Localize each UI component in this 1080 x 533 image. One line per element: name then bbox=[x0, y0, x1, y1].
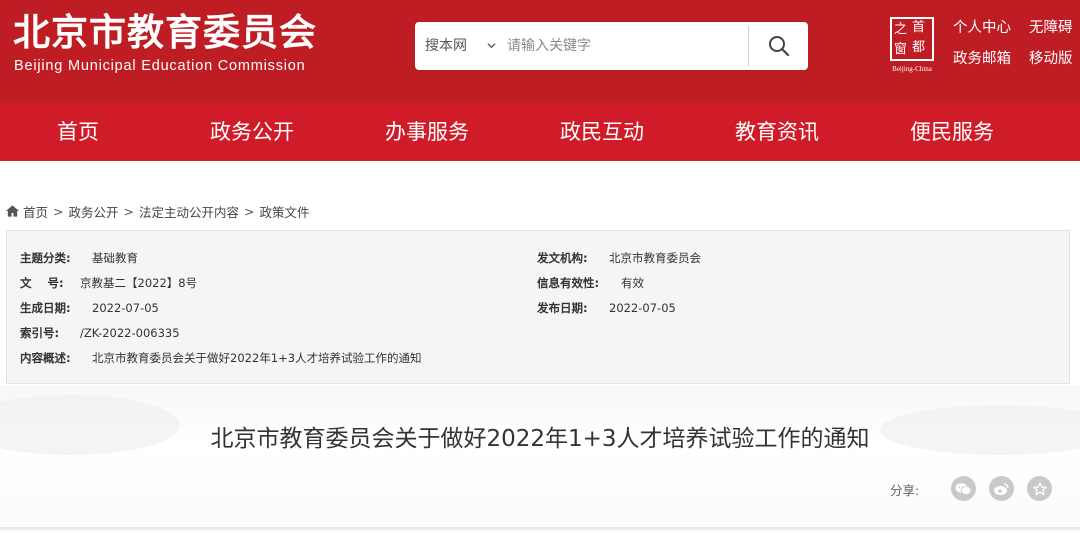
nav-item-home[interactable]: 首页 bbox=[30, 103, 126, 161]
share-weibo-button[interactable] bbox=[989, 476, 1014, 501]
search-icon bbox=[768, 36, 789, 57]
breadcrumb: 首页 > 政务公开 > 法定主动公开内容 > 政策文件 bbox=[6, 201, 310, 221]
content-divider bbox=[0, 527, 1080, 530]
breadcrumb-gov-affairs[interactable]: 政务公开 bbox=[69, 202, 119, 221]
meta-value: 京教基二【2022】8号 bbox=[80, 276, 198, 290]
breadcrumb-separator: > bbox=[53, 203, 64, 219]
wechat-icon bbox=[955, 482, 972, 495]
meta-label: 内容概述: bbox=[20, 351, 71, 365]
nav-item-gov-affairs[interactable]: 政务公开 bbox=[196, 103, 308, 161]
share-favorite-button[interactable] bbox=[1027, 476, 1052, 501]
article-title: 北京市教育委员会关于做好2022年1+3人才培养试验工作的通知 bbox=[210, 426, 870, 452]
breadcrumb-policy-docs[interactable]: 政策文件 bbox=[260, 202, 310, 221]
meta-value: 北京市教育委员会关于做好2022年1+3人才培养试验工作的通知 bbox=[92, 351, 422, 365]
capital-window-seal-logo[interactable]: 之 首 窗 都 Beijing-China bbox=[886, 17, 938, 75]
seal-char: 首 bbox=[912, 20, 926, 35]
star-icon bbox=[1032, 481, 1047, 495]
search-scope-label: 搜本网 bbox=[425, 38, 467, 54]
site-logo-cn[interactable]: 北京市教育委员会 bbox=[13, 11, 317, 55]
share-label: 分享: bbox=[890, 483, 920, 498]
meta-value: 北京市教育委员会 bbox=[609, 251, 701, 265]
nav-item-services[interactable]: 办事服务 bbox=[371, 103, 483, 161]
meta-label: 生成日期: bbox=[20, 301, 71, 315]
meta-label: 索引号: bbox=[20, 326, 60, 340]
meta-label: 文 号: bbox=[20, 276, 64, 290]
meta-label: 主题分类: bbox=[20, 251, 71, 265]
document-metadata-panel: 主题分类: 基础教育 文 号: 京教基二【2022】8号 生成日期: 2022-… bbox=[6, 230, 1070, 384]
weibo-icon bbox=[994, 482, 1009, 495]
meta-label: 信息有效性: bbox=[537, 276, 600, 290]
breadcrumb-home[interactable]: 首页 bbox=[23, 202, 48, 221]
meta-value: 2022-07-05 bbox=[92, 301, 159, 315]
search-bar: 搜本网 bbox=[415, 22, 808, 70]
nav-item-public-services[interactable]: 便民服务 bbox=[896, 103, 1008, 161]
chevron-down-icon bbox=[487, 43, 496, 49]
meta-value: 基础教育 bbox=[92, 251, 138, 265]
seal-char: 之 bbox=[894, 22, 908, 37]
search-input[interactable] bbox=[507, 22, 747, 70]
breadcrumb-statutory-content[interactable]: 法定主动公开内容 bbox=[139, 202, 239, 221]
share-wechat-button[interactable] bbox=[951, 476, 976, 501]
nav-item-education-news[interactable]: 教育资讯 bbox=[721, 103, 833, 161]
mobile-version-link[interactable]: 移动版 bbox=[1029, 50, 1073, 68]
site-header: 北京市教育委员会 Beijing Municipal Education Com… bbox=[0, 0, 1080, 103]
personal-center-link[interactable]: 个人中心 bbox=[953, 19, 1011, 37]
accessibility-link[interactable]: 无障碍 bbox=[1029, 19, 1073, 37]
search-scope-select[interactable]: 搜本网 bbox=[415, 22, 507, 70]
breadcrumb-separator: > bbox=[244, 203, 255, 219]
meta-label: 发布日期: bbox=[537, 301, 588, 315]
seal-char: 都 bbox=[912, 40, 926, 55]
nav-item-interaction[interactable]: 政民互动 bbox=[546, 103, 658, 161]
gov-mail-link[interactable]: 政务邮箱 bbox=[953, 50, 1011, 68]
home-icon bbox=[6, 205, 19, 217]
meta-value: /ZK-2022-006335 bbox=[80, 326, 180, 340]
seal-caption: Beijing-China bbox=[892, 65, 932, 73]
meta-value: 有效 bbox=[621, 276, 644, 290]
article-background bbox=[0, 385, 1080, 533]
search-button[interactable] bbox=[749, 22, 808, 70]
meta-label: 发文机构: bbox=[537, 251, 588, 265]
seal-char: 窗 bbox=[894, 42, 908, 57]
breadcrumb-separator: > bbox=[123, 203, 134, 219]
site-logo-en[interactable]: Beijing Municipal Education Commission bbox=[14, 58, 306, 74]
main-nav: 首页 政务公开 办事服务 政民互动 教育资讯 便民服务 bbox=[0, 103, 1080, 161]
meta-value: 2022-07-05 bbox=[609, 301, 676, 315]
